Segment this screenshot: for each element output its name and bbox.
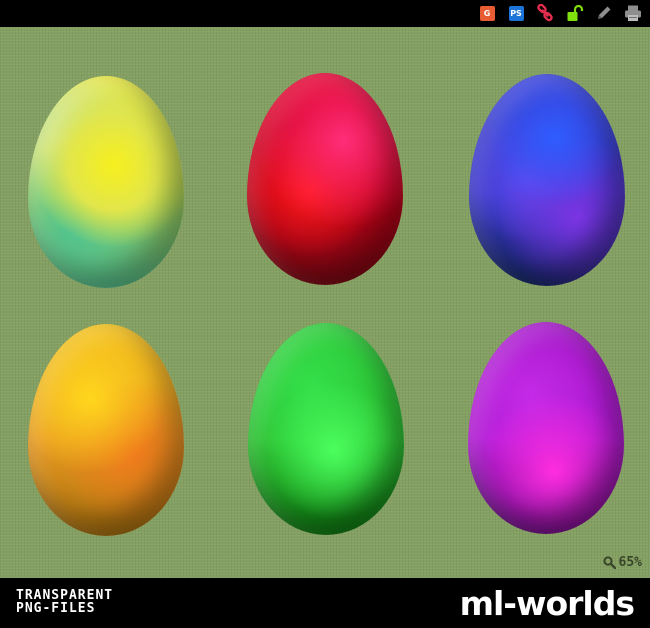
footer-line-2: PNG-FILES [16,601,96,616]
egg-orange [28,324,184,536]
egg-yellow [28,76,184,288]
footer-caption: TRANSPARENT PNG-FILES [16,589,113,615]
photoshop-button[interactable]: PS [507,4,525,22]
zoom-indicator[interactable]: 65% [602,555,642,570]
link-button[interactable] [536,4,554,22]
brand-logo[interactable]: ml-worlds [460,584,635,623]
print-icon [625,5,641,21]
unlock-icon [567,4,584,21]
egg-red [247,73,403,285]
footer-banner: TRANSPARENT PNG-FILES ml-worlds [0,578,650,628]
link-icon [537,4,553,22]
magnifier-icon [602,556,616,569]
print-button[interactable] [624,4,642,22]
photoshop-icon: PS [508,5,524,21]
zoom-value: 65% [618,555,642,570]
egg-purple [468,322,624,534]
egg-blue [469,74,625,286]
google-search-button[interactable]: G [478,4,496,22]
edit-button[interactable] [595,4,613,22]
image-canvas: 65% [0,27,650,578]
egg-green [248,323,404,535]
top-toolbar: G PS [0,0,650,27]
google-search-icon: G [479,5,495,21]
edit-pencil-icon [598,6,611,19]
unlock-button[interactable] [566,4,584,22]
